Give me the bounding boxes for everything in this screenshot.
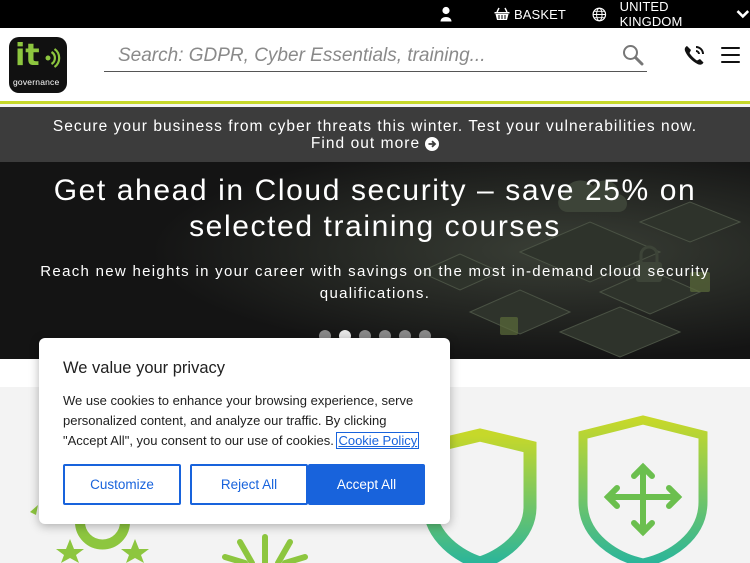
hero-subtitle-line-2: qualifications. — [319, 285, 431, 302]
region-selector[interactable]: UNITED KINGDOM — [592, 0, 750, 29]
cookie-dialog-title: We value your privacy — [63, 359, 226, 377]
globe-icon — [592, 7, 607, 21]
phone-icon[interactable] — [682, 43, 707, 68]
search-bar — [104, 40, 647, 72]
basket-link[interactable]: BASKET — [494, 0, 566, 28]
hero-title-line-2: selected training courses — [189, 210, 561, 243]
basket-icon — [494, 7, 510, 20]
site-header: it governance — [0, 28, 750, 104]
chevron-down-icon — [736, 10, 750, 19]
customize-button[interactable]: Customize — [63, 464, 181, 505]
cookie-text-line-1: We use cookies to enhance your browsing … — [63, 393, 414, 408]
logo-subtext: governance — [13, 77, 60, 87]
account-link[interactable] — [440, 0, 452, 28]
cookie-text-line-3: "Accept All", you consent to our use of … — [63, 433, 334, 448]
signal-waves-icon — [45, 48, 61, 68]
basket-label: BASKET — [514, 6, 566, 22]
cookie-text-line-2: personalized content, and analyze our tr… — [63, 413, 387, 428]
reject-all-button[interactable]: Reject All — [190, 464, 308, 505]
search-icon[interactable] — [622, 44, 644, 66]
sunburst-icon — [222, 534, 308, 563]
promo-link-label: Find out more — [310, 135, 421, 152]
hero-subtitle-line-1: Reach new heights in your career with sa… — [40, 263, 710, 280]
hero-subtitle: Reach new heights in your career with sa… — [20, 261, 730, 305]
hero-title-line-1: Get ahead in Cloud security – save 25% o… — [53, 174, 697, 207]
shield-arrows-icon — [578, 415, 708, 563]
promo-text: Secure your business from cyber threats … — [52, 118, 698, 135]
region-label: UNITED KINGDOM — [619, 0, 683, 29]
hero-carousel[interactable]: Get ahead in Cloud security – save 25% o… — [0, 162, 750, 359]
top-utility-bar: BASKET UNITED KINGDOM — [0, 0, 750, 29]
arrow-right-circle-icon — [425, 136, 440, 151]
user-icon — [440, 6, 452, 22]
it-governance-logo[interactable]: it governance — [9, 37, 67, 93]
cookie-policy-link[interactable]: Cookie Policy — [336, 432, 420, 449]
cookie-dialog-text: We use cookies to enhance your browsing … — [63, 391, 433, 451]
cookie-consent-dialog: We value your privacy We use cookies to … — [39, 338, 450, 524]
promo-banner: Secure your business from cyber threats … — [0, 107, 750, 162]
search-input[interactable] — [118, 42, 598, 70]
hero-title: Get ahead in Cloud security – save 25% o… — [0, 173, 750, 245]
accept-all-button[interactable]: Accept All — [308, 464, 425, 505]
promo-find-out-more-link[interactable]: Find out more — [310, 135, 440, 152]
hamburger-menu-icon[interactable] — [721, 47, 740, 68]
logo-text: it — [15, 38, 40, 73]
